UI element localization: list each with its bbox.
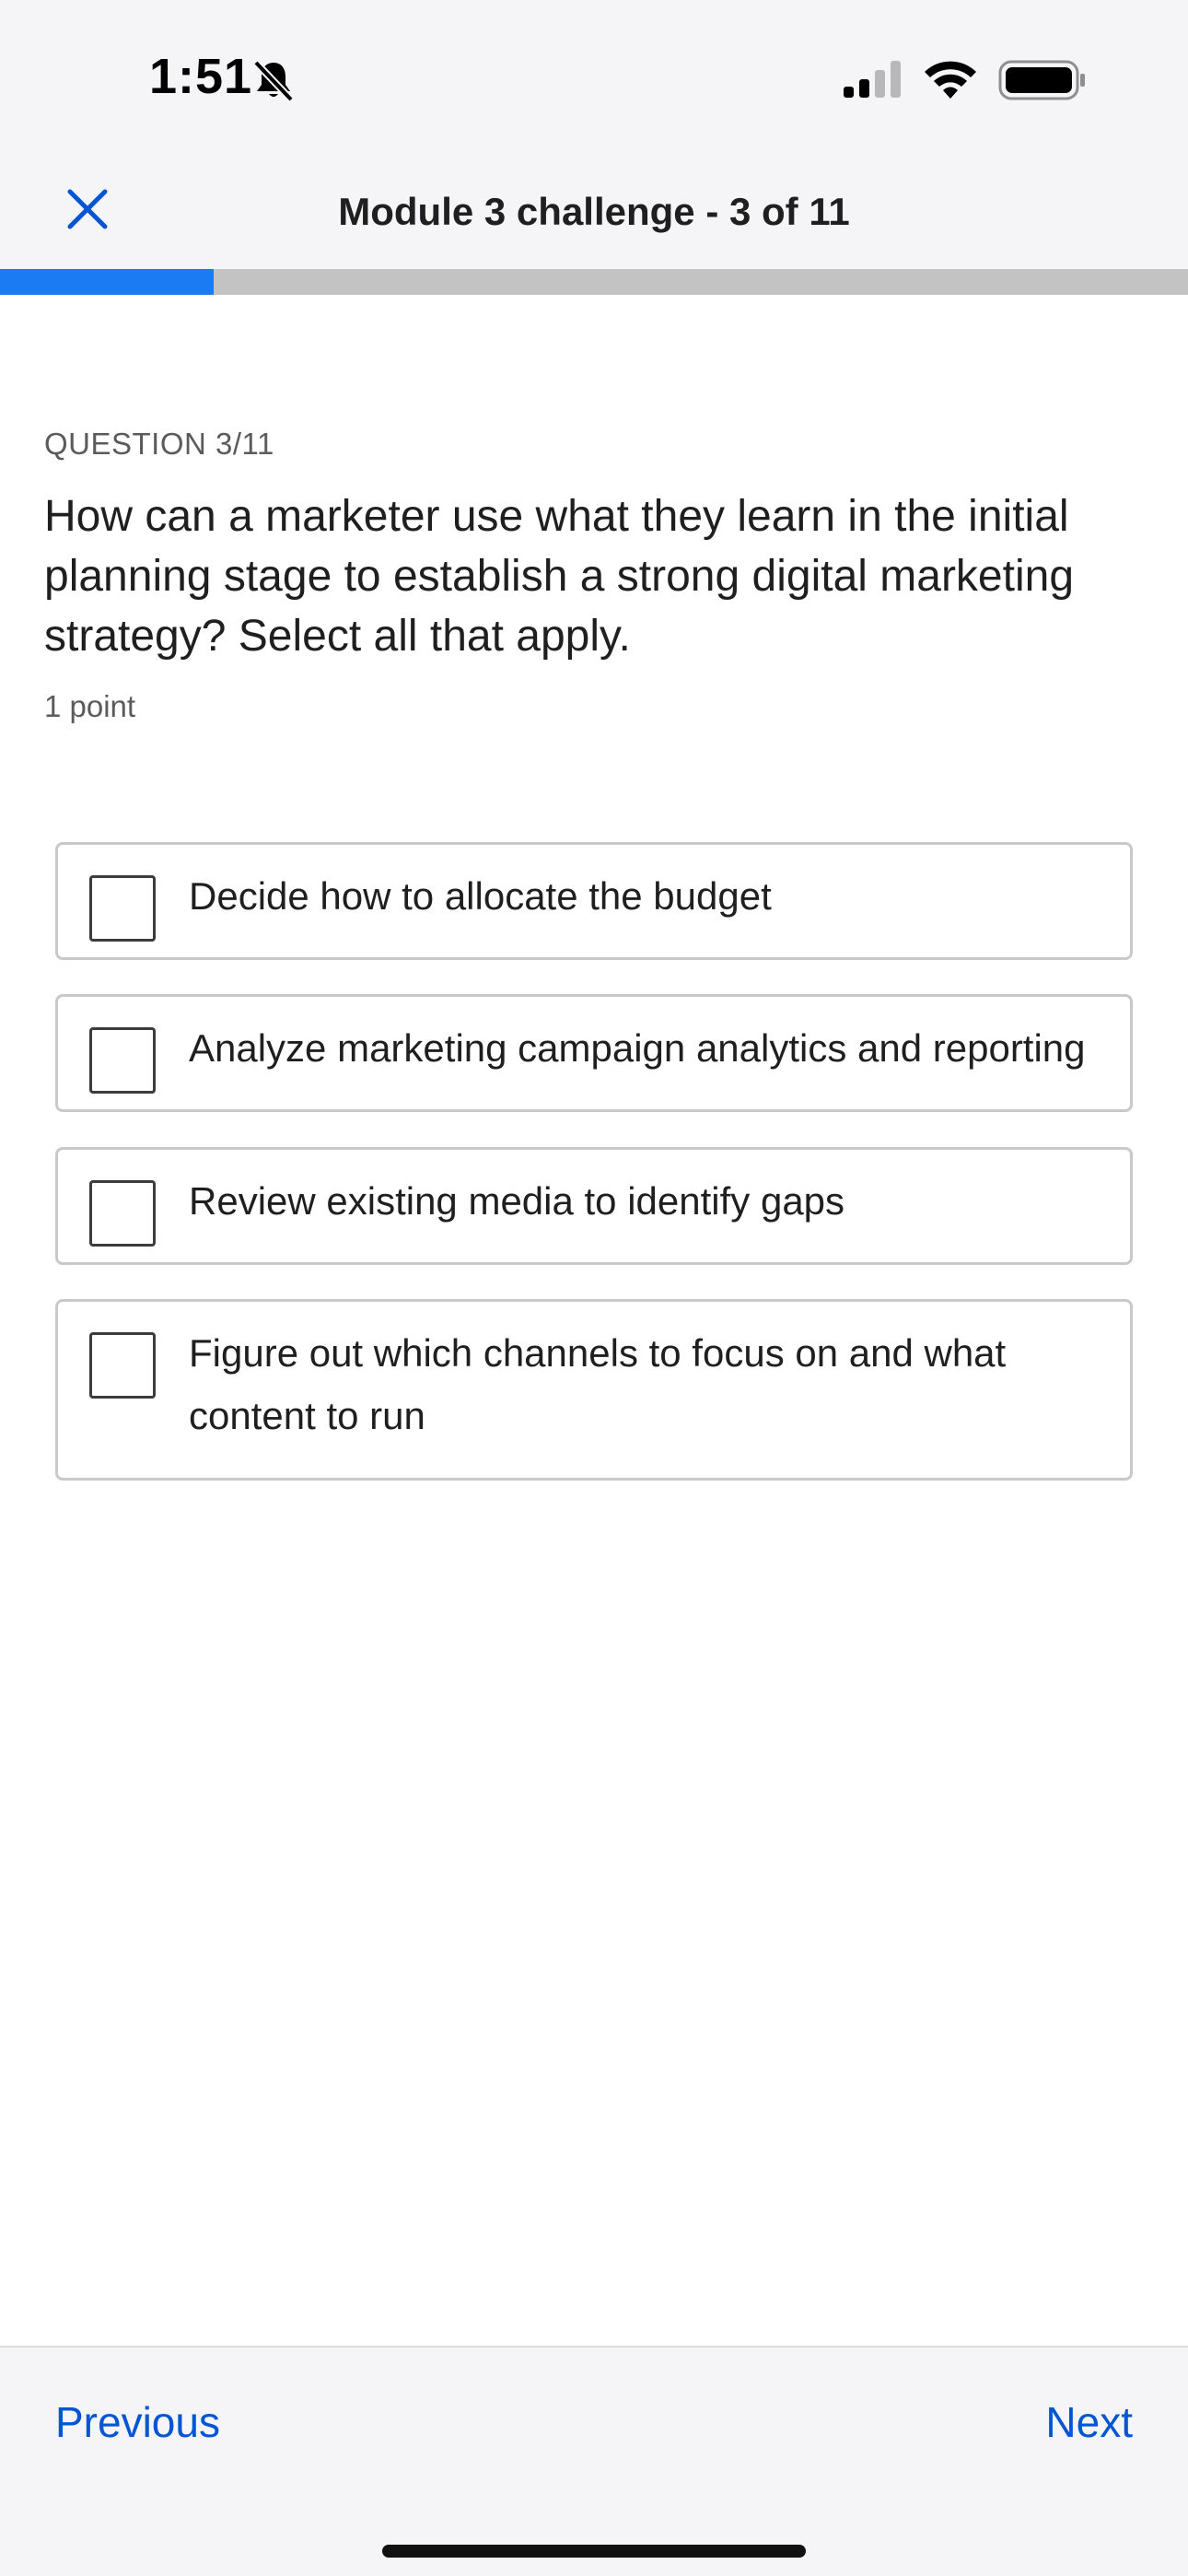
question-label: QUESTION 3/11 <box>44 427 274 461</box>
checkbox[interactable] <box>89 1332 156 1399</box>
home-indicator <box>382 2545 806 2558</box>
header: Module 3 challenge - 3 of 11 <box>0 157 1188 269</box>
next-button[interactable]: Next <box>1045 2397 1133 2447</box>
progress-bar <box>0 269 1188 295</box>
question-points: 1 point <box>44 689 136 723</box>
status-time: 1:51 <box>149 49 253 104</box>
option-3[interactable]: Review existing media to identify gaps <box>55 1147 1133 1265</box>
option-label: Analyze marketing campaign analytics and… <box>189 1026 1086 1070</box>
checkbox[interactable] <box>89 1180 156 1247</box>
question-text: How can a marketer use what they learn i… <box>44 492 1075 661</box>
option-label: Decide how to allocate the budget <box>189 874 772 918</box>
signal-icon <box>844 61 901 98</box>
checkbox[interactable] <box>89 1027 156 1094</box>
quiz-screen: 1:51 Module 3 challenge - 3 of 11 QUESTI… <box>0 0 1188 2576</box>
option-4[interactable]: Figure out which channels to focus on an… <box>55 1299 1133 1481</box>
wifi-icon <box>925 61 976 99</box>
option-1[interactable]: Decide how to allocate the budget <box>55 842 1133 960</box>
previous-button[interactable]: Previous <box>55 2397 220 2447</box>
option-label: Review existing media to identify gaps <box>189 1179 845 1223</box>
bottom-nav-bar: Previous Next <box>0 2346 1188 2576</box>
checkbox[interactable] <box>89 875 156 942</box>
option-label: Figure out which channels to focus on an… <box>189 1331 1007 1437</box>
bell-off-icon <box>253 60 294 102</box>
page-title: Module 3 challenge - 3 of 11 <box>338 190 850 233</box>
option-2[interactable]: Analyze marketing campaign analytics and… <box>55 994 1133 1112</box>
progress-fill <box>0 269 215 295</box>
battery-icon <box>998 60 1085 100</box>
status-bar: 1:51 <box>0 0 1188 157</box>
